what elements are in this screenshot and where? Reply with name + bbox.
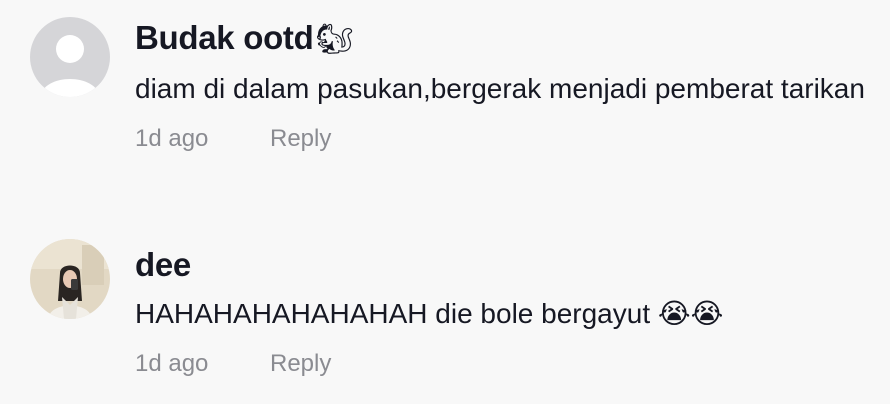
comment-meta: 1d ago Reply xyxy=(135,124,870,154)
avatar[interactable] xyxy=(30,17,110,97)
comment-meta: 1d ago Reply xyxy=(135,349,870,379)
comment-item: dee HAHAHAHAHAHAHAH die bole bergayut 😭😭… xyxy=(0,215,890,404)
comment-timestamp: 1d ago xyxy=(135,350,209,377)
reply-button[interactable]: Reply xyxy=(270,124,331,154)
comment-text: diam di dalam pasukan,bergerak menjadi p… xyxy=(135,73,865,104)
comment-item: Budak ootd🐿 diam di dalam pasukan,berger… xyxy=(0,0,890,215)
chipmunk-emoji-icon: 🐿 xyxy=(315,23,354,56)
username-text: dee xyxy=(135,246,191,283)
photo-avatar xyxy=(30,239,110,319)
comment-username[interactable]: dee xyxy=(135,245,870,285)
reply-button[interactable]: Reply xyxy=(270,349,331,379)
avatar[interactable] xyxy=(30,239,110,319)
username-text: Budak ootd xyxy=(135,19,314,56)
comment-username[interactable]: Budak ootd🐿 xyxy=(135,18,870,60)
comment-timestamp: 1d ago xyxy=(135,125,209,152)
default-avatar-icon xyxy=(30,17,110,97)
comment-text: HAHAHAHAHAHAHAH die bole bergayut 😭😭 xyxy=(135,298,724,329)
